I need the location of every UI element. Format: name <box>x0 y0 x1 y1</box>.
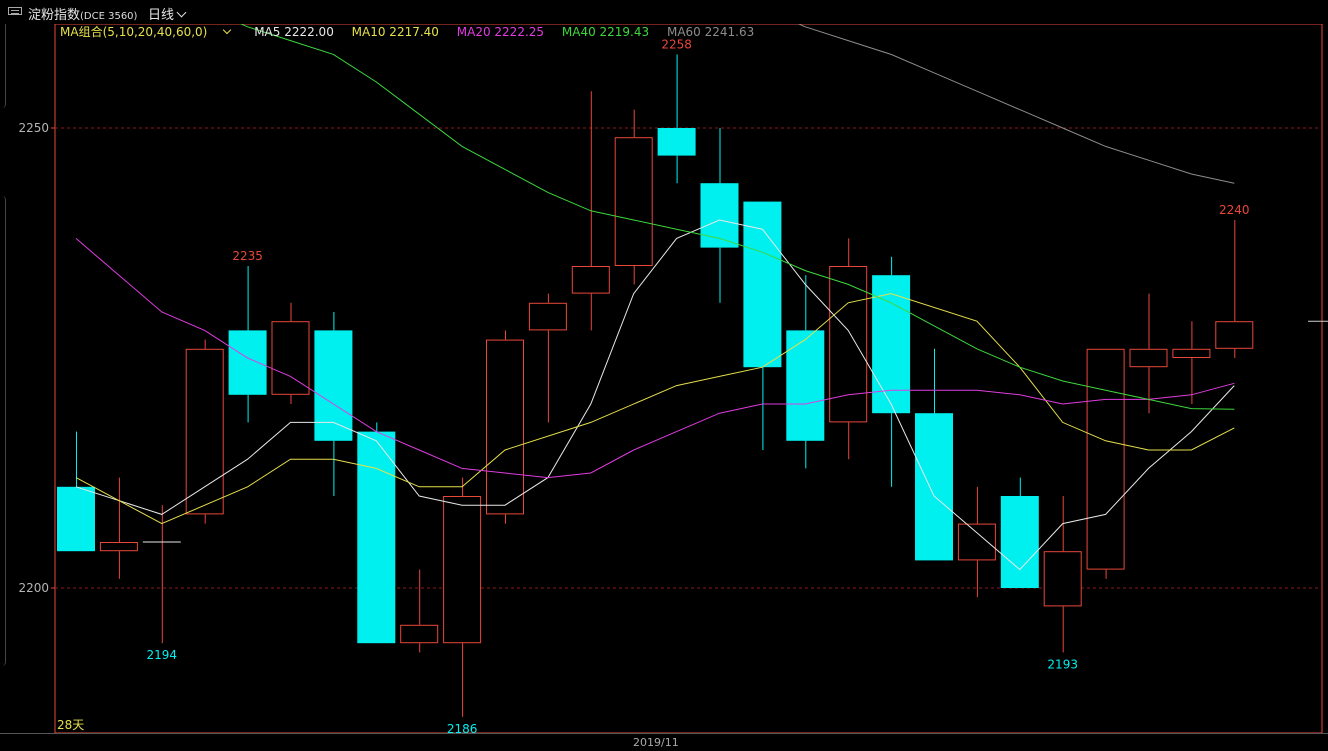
high-label-2258: 2258 <box>661 37 692 51</box>
candle-body-27 <box>1215 321 1254 349</box>
candle-body-13 <box>614 137 653 266</box>
candle-body-22 <box>1000 496 1039 588</box>
candle-13 <box>614 109 653 285</box>
chevron-down-icon <box>176 7 187 18</box>
ma10-line <box>75 293 1235 525</box>
candle-body-10 <box>486 339 524 515</box>
candle-body-24 <box>1086 348 1125 570</box>
candle-22 <box>1000 477 1039 588</box>
candle-body-26 <box>1172 348 1211 358</box>
ma10-value: MA10 2217.40 <box>351 25 439 39</box>
title-bar: 淀粉指数(DCE 3560) 日线 <box>0 0 1328 24</box>
candle-body-11 <box>528 302 567 331</box>
y-tick-label-2250: 2250 <box>18 121 49 135</box>
candle-body-1 <box>99 542 138 552</box>
candle-body-21 <box>957 523 996 561</box>
low-label-2186: 2186 <box>447 722 478 736</box>
candle-body-12 <box>571 266 610 294</box>
candle-1 <box>99 477 138 579</box>
chevron-down-icon <box>223 25 232 35</box>
candle-14 <box>657 54 696 184</box>
candle-5 <box>271 302 310 404</box>
ma60-value: MA60 2241.63 <box>666 25 755 39</box>
candle-9 <box>443 477 482 717</box>
candle-body-4 <box>228 330 267 395</box>
ma40-value: MA40 2219.43 <box>561 25 650 39</box>
ma60-line <box>762 7 1235 184</box>
candle-19 <box>872 256 911 487</box>
instrument-code: (DCE 3560) <box>80 11 138 22</box>
left-panel-edge-bottom <box>0 196 6 666</box>
candle-body-0 <box>57 486 95 552</box>
candle-body-20 <box>915 413 953 561</box>
candle-body-6 <box>314 330 353 441</box>
date-axis-label: 2019/11 <box>633 736 679 749</box>
candle-17 <box>786 275 825 469</box>
candle-8 <box>400 569 439 653</box>
candle-20 <box>915 348 953 561</box>
candle-21 <box>957 486 996 598</box>
period-count: 28天 <box>57 718 85 732</box>
candle-15 <box>700 128 739 303</box>
ma20-value: MA20 2222.25 <box>456 25 545 39</box>
candle-body-23 <box>1043 551 1082 607</box>
period-selector[interactable]: 日线 <box>148 4 187 23</box>
instrument-title: 淀粉指数(DCE 3560) <box>28 4 137 23</box>
low-label-2194: 2194 <box>147 648 178 662</box>
panel-toggle-icon[interactable] <box>8 7 22 15</box>
ma5-value: MA5 2222.00 <box>254 25 334 39</box>
ma-legend: MA组合(5,10,20,40,60,0) MA5 2222.00 MA10 2… <box>60 23 768 39</box>
candle-body-3 <box>185 348 224 515</box>
candle-24 <box>1086 348 1125 579</box>
candle-body-19 <box>872 275 911 414</box>
candle-body-8 <box>400 624 439 644</box>
y-tick-label-2200: 2200 <box>18 581 49 595</box>
candle-27 <box>1215 220 1254 358</box>
candle-25 <box>1129 293 1168 414</box>
high-label-2240: 2240 <box>1219 203 1250 217</box>
low-label-2193: 2193 <box>1047 657 1078 671</box>
candle-3 <box>185 339 224 524</box>
ma-combo-label: MA组合(5,10,20,40,60,0) <box>60 25 208 39</box>
candle-10 <box>486 330 524 524</box>
period-label: 日线 <box>148 8 175 23</box>
candle-18 <box>829 238 868 460</box>
high-label-2235: 2235 <box>232 249 263 263</box>
candle-4 <box>228 266 267 423</box>
candle-body-5 <box>271 321 310 395</box>
candle-2 <box>142 505 181 644</box>
candle-body-7 <box>357 431 396 644</box>
candle-23 <box>1043 496 1082 653</box>
candle-body-14 <box>657 128 696 156</box>
left-panel-edge-top <box>0 20 6 108</box>
candle-11 <box>528 293 567 423</box>
candle-body-25 <box>1129 348 1168 368</box>
ma-combo-selector[interactable]: MA组合(5,10,20,40,60,0) <box>60 25 244 39</box>
candle-7 <box>357 422 396 644</box>
candle-body-17 <box>786 330 825 441</box>
candle-body-9 <box>443 496 482 644</box>
candlestick-chart: 2200 2250 2235 2258 2240 2194 2186 2193 <box>0 7 1328 736</box>
instrument-name: 淀粉指数 <box>28 8 81 23</box>
candle-16 <box>743 201 782 450</box>
